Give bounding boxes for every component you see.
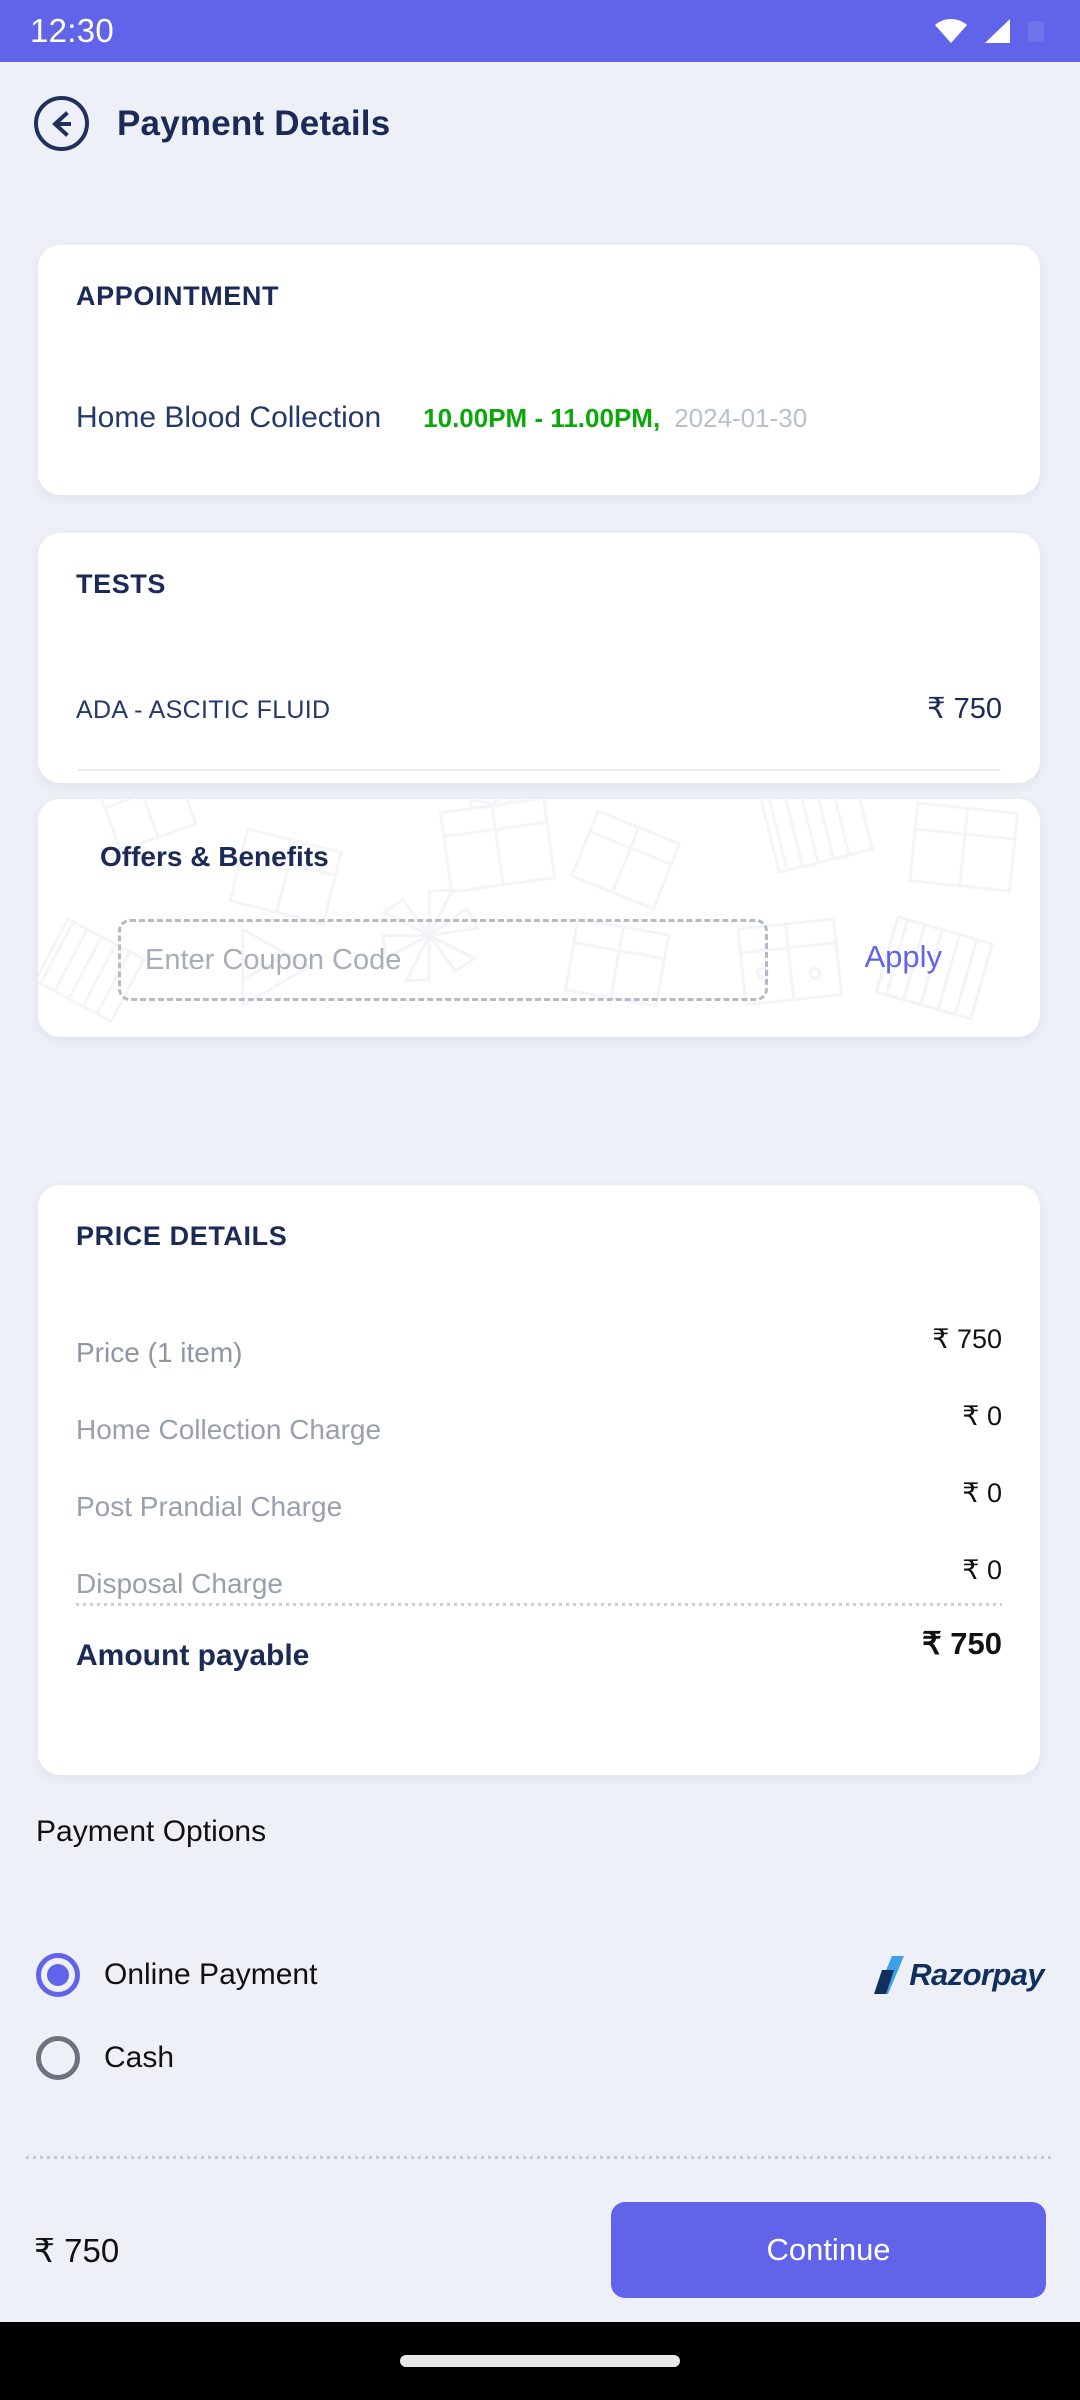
price-row-value: ₹ 750 [932, 1324, 1002, 1354]
price-row-value: ₹ 0 [962, 1478, 1002, 1508]
bottom-divider [26, 2156, 1054, 2159]
cellular-signal-icon [985, 19, 1010, 43]
wifi-icon [935, 19, 967, 43]
price-row-label: Price (1 item) [76, 1337, 243, 1368]
price-row-label: Disposal Charge [76, 1568, 283, 1599]
price-details-section-title: PRICE DETAILS [76, 1221, 288, 1251]
price-row-value: ₹ 0 [962, 1555, 1002, 1585]
appointment-section-title: APPOINTMENT [76, 281, 280, 311]
payment-options-title: Payment Options [36, 1815, 267, 1848]
status-icons [934, 18, 1046, 44]
price-row-label: Home Collection Charge [76, 1414, 382, 1445]
coupon-code-input[interactable] [145, 943, 765, 977]
appointment-row: Home Blood Collection 10.00PM - 11.00PM,… [76, 401, 807, 435]
radio-cash[interactable] [36, 2036, 80, 2080]
price-row-label: Post Prandial Charge [76, 1491, 343, 1522]
offers-card: Offers & Benefits Apply [38, 799, 1040, 1037]
tests-section-title: TESTS [76, 569, 167, 599]
tests-divider [78, 769, 1000, 771]
radio-selected-dot [47, 1964, 69, 1986]
price-details-card: PRICE DETAILS Price (1 item) ₹ 750 Home … [38, 1185, 1040, 1775]
test-row: ADA - ASCITIC FLUID ₹ 750 [76, 691, 1002, 726]
battery-icon [1028, 21, 1044, 42]
price-total-divider [76, 1603, 1002, 1606]
price-row: Post Prandial Charge ₹ 0 [76, 1444, 1002, 1521]
appointment-service: Home Blood Collection [76, 401, 382, 434]
payment-details-screen: 12:30 Payment Details APPOINTMENT Home B [0, 0, 1080, 2400]
bottom-total-amount: ₹ 750 [34, 2231, 120, 2269]
price-row: Price (1 item) ₹ 750 [76, 1290, 1002, 1367]
coupon-input-wrapper[interactable] [118, 919, 768, 1001]
bottom-action-bar: ₹ 750 Continue [0, 2180, 1080, 2320]
continue-button[interactable]: Continue [611, 2202, 1046, 2298]
appointment-time-slot: 10.00PM - 11.00PM, [423, 403, 661, 433]
payment-option-label: Cash [104, 2041, 175, 2074]
radio-online-payment[interactable] [36, 1953, 80, 1997]
payment-option-online[interactable]: Online Payment Razorpay [36, 1953, 1045, 1997]
payment-option-cash[interactable]: Cash [36, 2036, 174, 2080]
appointment-card: APPOINTMENT Home Blood Collection 10.00P… [38, 245, 1040, 495]
razorpay-wordmark: Razorpay [909, 1957, 1044, 1992]
back-button[interactable] [34, 96, 89, 151]
back-arrow-icon [51, 110, 71, 137]
price-row: Home Collection Charge ₹ 0 [76, 1367, 1002, 1444]
amount-payable-row: Amount payable ₹ 750 [76, 1628, 1002, 1672]
page-title: Payment Details [117, 103, 391, 143]
test-name: ADA - ASCITIC FLUID [76, 696, 331, 724]
offers-section-title: Offers & Benefits [100, 841, 329, 872]
price-rows: Price (1 item) ₹ 750 Home Collection Cha… [76, 1290, 1002, 1598]
status-time: 12:30 [30, 12, 115, 49]
price-row: Disposal Charge ₹ 0 [76, 1521, 1002, 1598]
amount-payable-label: Amount payable [76, 1639, 310, 1672]
price-row-value: ₹ 0 [962, 1401, 1002, 1431]
razorpay-logo: Razorpay [872, 1956, 1045, 1994]
apply-coupon-button[interactable]: Apply [864, 939, 942, 975]
system-navigation-bar [0, 2322, 1080, 2400]
amount-payable-value: ₹ 750 [921, 1626, 1002, 1661]
tests-card: TESTS ADA - ASCITIC FLUID ₹ 750 [38, 533, 1040, 783]
home-indicator[interactable] [400, 2355, 680, 2367]
payment-option-label: Online Payment [104, 1958, 318, 1991]
test-price: ₹ 750 [927, 693, 1002, 725]
razorpay-mark-icon [874, 1956, 905, 1994]
page-header: Payment Details [0, 62, 1080, 151]
status-bar: 12:30 [0, 0, 1080, 62]
gift-pattern-background [38, 799, 1020, 1024]
appointment-date: 2024-01-30 [674, 403, 808, 433]
